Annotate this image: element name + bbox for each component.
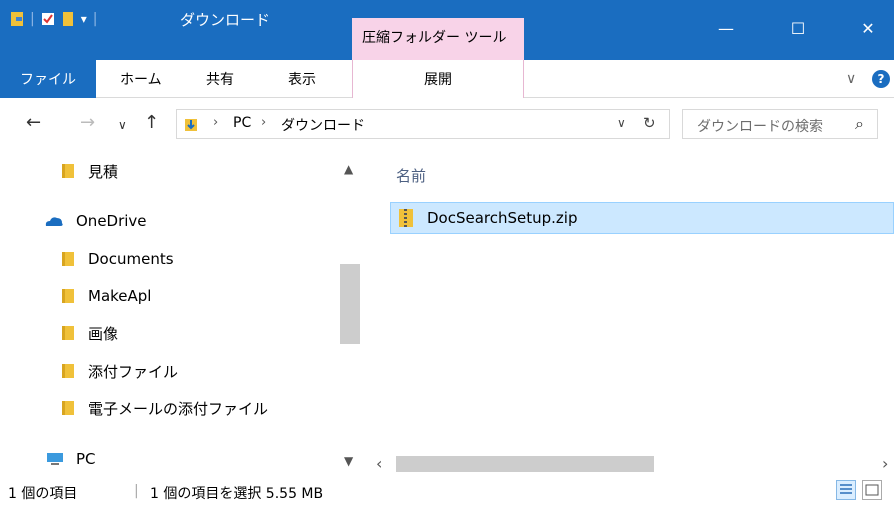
folder-icon [11,12,23,26]
tab-file[interactable]: ファイル [0,60,96,98]
large-icons-view-icon [865,484,879,496]
address-dropdown-button[interactable]: ∨ [617,116,626,130]
nav-item-label: 添付ファイル [88,362,179,381]
scrollbar-thumb[interactable] [340,264,360,344]
scroll-up-arrow[interactable]: ▲ [344,162,353,176]
nav-item-email-attachments[interactable]: 電子メールの添付ファイル [62,390,268,426]
maximize-button[interactable]: ☐ [778,15,818,41]
nav-item-documents[interactable]: Documents [62,241,174,277]
help-icon[interactable]: ? [872,70,890,88]
tab-view[interactable]: 表示 [288,60,316,98]
nav-item-label: Documents [88,250,174,268]
nav-item-label: 見積 [88,162,119,181]
details-view-icon [840,484,852,494]
nav-item-pc[interactable]: PC [46,441,96,477]
folder-icon [62,164,74,178]
nav-item-label: 電子メールの添付ファイル [88,399,269,418]
back-button[interactable]: ← [26,112,41,133]
navigation-pane: 見積 OneDrive Documents MakeApl 画像 添付ファイル … [0,149,362,475]
breadcrumb-separator: › [261,115,267,130]
status-bar: 1 個の項目 | 1 個の項目を選択 5.55 MB [0,476,894,506]
status-separator: | [134,483,139,499]
file-name: DocSearchSetup.zip [427,209,578,227]
scroll-right-arrow[interactable]: › [882,454,888,473]
tab-extract-label: 展開 [424,72,452,88]
nav-item-label: PC [76,450,96,468]
tab-share[interactable]: 共有 [206,60,234,98]
breadcrumb-downloads[interactable]: ダウンロード [281,115,365,135]
column-header-name[interactable]: 名前 [396,165,426,186]
toolbar-separator: | [30,11,35,27]
nav-item-attachments[interactable]: 添付ファイル [62,353,178,389]
tab-extract[interactable]: 展開 [352,60,524,98]
nav-vertical-scrollbar[interactable]: ▲ ▼ [338,154,362,472]
pc-icon [47,453,63,465]
content-horizontal-scrollbar[interactable]: ‹ › [370,454,894,474]
customize-toolbar-icon[interactable]: ▾ [81,12,87,26]
properties-icon[interactable] [41,11,55,27]
minimize-button[interactable]: — [706,15,746,41]
search-input[interactable]: ダウンロードの検索 [697,116,823,136]
close-button[interactable]: ✕ [848,15,888,41]
nav-item-label: OneDrive [76,212,147,230]
details-view-button[interactable] [836,480,856,500]
file-list: 名前 DocSearchSetup.zip [370,149,894,475]
tab-home[interactable]: ホーム [120,60,162,98]
scrollbar-thumb[interactable] [396,456,654,472]
downloads-icon [185,119,197,131]
context-tab-label: 圧縮フォルダー ツール [362,30,507,46]
folder-icon [62,289,74,303]
address-bar[interactable]: › PC › ダウンロード ∨ ↻ [176,109,670,139]
status-selection: 1 個の項目を選択 5.55 MB [150,486,324,502]
nav-item-label: MakeApl [88,287,152,305]
folder-icon [62,364,74,378]
folder-icon [62,401,74,415]
window-title: ダウンロード [180,11,271,29]
status-item-count: 1 個の項目 [8,486,78,502]
quick-access-toolbar: | ▾ | [10,0,97,60]
large-icons-view-button[interactable] [862,480,882,500]
breadcrumb-pc[interactable]: PC [233,115,251,131]
scroll-left-arrow[interactable]: ‹ [376,454,382,473]
nav-item-pictures[interactable]: 画像 [62,315,118,351]
new-folder-icon[interactable] [61,11,75,27]
search-icon[interactable]: ⌕ [855,114,864,134]
onedrive-icon [45,217,63,226]
nav-item-label: 画像 [88,324,119,343]
nav-item-onedrive[interactable]: OneDrive [44,203,147,239]
up-button[interactable]: ↑ [144,112,159,133]
zip-folder-icon [399,209,413,227]
forward-button[interactable]: → [80,112,95,133]
recent-locations-button[interactable]: ∨ [118,118,127,132]
nav-item-makeapl[interactable]: MakeApl [62,278,151,314]
ribbon-collapse-button[interactable]: ∨ [846,60,856,98]
folder-icon [62,326,74,340]
toolbar-separator: | [92,11,98,27]
refresh-icon[interactable]: ↻ [643,114,656,132]
breadcrumb-separator: › [213,115,219,130]
scroll-down-arrow[interactable]: ▼ [344,454,353,468]
search-box[interactable]: ダウンロードの検索 ⌕ [682,109,878,139]
nav-item-estimates[interactable]: 見積 [62,153,118,189]
folder-icon [62,252,74,266]
file-row[interactable]: DocSearchSetup.zip [390,202,894,234]
